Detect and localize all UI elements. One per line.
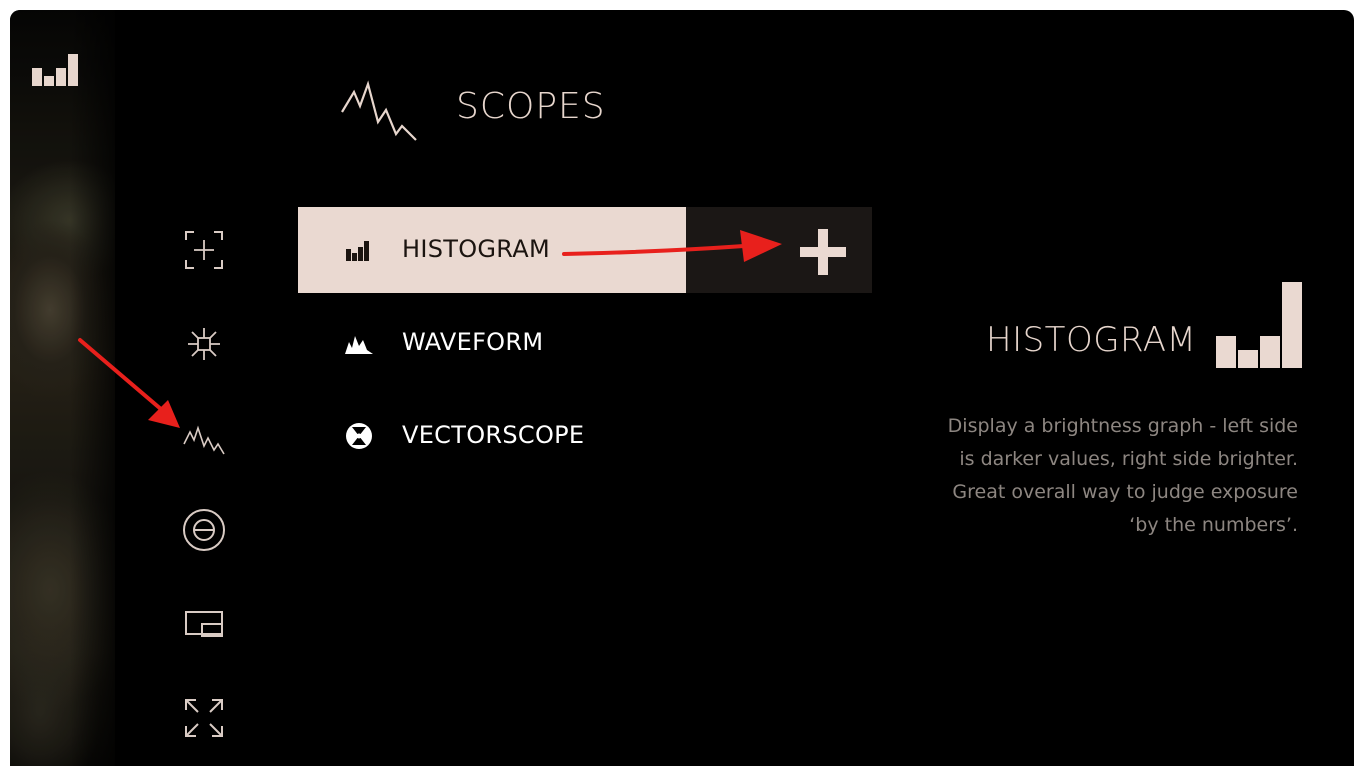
- waveform-icon: [345, 336, 373, 354]
- background-fade: [70, 10, 130, 766]
- menu-item-label: WAVEFORM: [402, 328, 544, 356]
- histogram-icon: [346, 241, 369, 261]
- scopes-icon[interactable]: [180, 414, 228, 462]
- picture-in-picture-icon[interactable]: [180, 600, 228, 648]
- menu-item-label: VECTORSCOPE: [402, 421, 585, 449]
- menu-item-histogram[interactable]: HISTOGRAM: [298, 207, 686, 293]
- detail-title: HISTOGRAM: [986, 320, 1197, 360]
- false-color-icon[interactable]: [180, 506, 228, 554]
- histogram-large-icon: [1216, 282, 1302, 368]
- menu-item-vectorscope[interactable]: VECTORSCOPE: [298, 393, 686, 479]
- focus-assist-icon[interactable]: [180, 226, 228, 274]
- fullscreen-icon[interactable]: [180, 694, 228, 742]
- app-screen: SCOPES HISTOGRAM WAVEFORM VECTORSCOPE HI…: [10, 10, 1354, 766]
- detail-description: Display a brightness graph - left side i…: [947, 415, 1298, 536]
- vectorscope-icon: [346, 423, 372, 449]
- add-histogram-button[interactable]: [686, 207, 872, 293]
- menu-item-waveform[interactable]: WAVEFORM: [298, 300, 686, 386]
- scopes-waveform-icon: [341, 80, 417, 141]
- exposure-icon[interactable]: [180, 320, 228, 368]
- page-title: SCOPES: [456, 86, 606, 127]
- histogram-overlay-icon[interactable]: [32, 54, 80, 86]
- plus-icon: [800, 229, 846, 275]
- menu-item-label: HISTOGRAM: [402, 235, 551, 263]
